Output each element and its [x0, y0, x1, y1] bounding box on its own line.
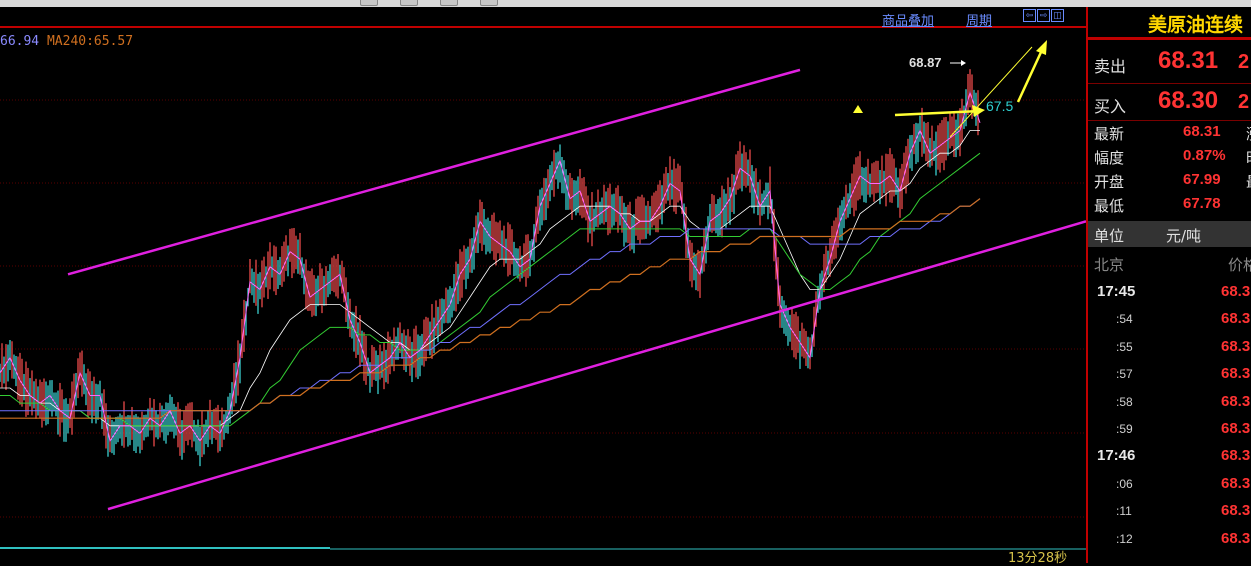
title-divider — [1088, 37, 1251, 40]
sell-price: 68.31 — [1158, 47, 1219, 74]
scroll-left-icon[interactable]: ⇦ — [1023, 9, 1036, 22]
stat-label-low: 最低 — [1094, 197, 1125, 215]
ma-prev-value: 66.94 — [0, 34, 40, 49]
ma240-value: MA240:65.57 — [46, 34, 134, 49]
toolbar-button[interactable] — [400, 0, 418, 6]
location-label: 北京 — [1094, 256, 1125, 274]
toolbar-button[interactable] — [440, 0, 458, 6]
tick-time: :55 — [1116, 339, 1133, 354]
stat-label-change: 幅度 — [1094, 149, 1125, 167]
divider — [1088, 120, 1251, 121]
annotation-trend-line — [949, 46, 1033, 138]
tick-time: :57 — [1116, 367, 1133, 382]
moving-average-line — [0, 130, 980, 427]
tick-price: 68.31 — [1221, 365, 1251, 383]
buy-row: 买入 — [1094, 93, 1126, 117]
price-header: 价格 — [1228, 256, 1251, 274]
annotation-arrow-line — [894, 109, 981, 117]
period-link[interactable]: 周期 — [966, 10, 992, 29]
tick-price: 68.31 — [1221, 392, 1251, 410]
price-chart-area[interactable]: 68.87 67.5 商品叠加 周期 ⇦ ⇨ ◫ 66.94 MA240:65.5… — [0, 7, 1086, 566]
tick-price: 68.31 — [1221, 283, 1251, 300]
stat-value-change: 0.87% — [1183, 147, 1226, 164]
tick-time: 17:46 — [1097, 447, 1136, 465]
tick-time: :59 — [1116, 422, 1133, 436]
tick-price: 68.31 — [1221, 447, 1251, 465]
toolbar-button[interactable] — [480, 0, 498, 6]
ma-indicator-readout: 66.94 MA240:65.57 — [0, 34, 133, 49]
buy-price: 68.30 — [1158, 87, 1219, 114]
stat-value-open: 67.99 — [1183, 171, 1221, 188]
buy-volume: 2 — [1238, 91, 1250, 113]
stat-extra-latest: 涨 — [1246, 123, 1251, 144]
stat-extra-open: 最 — [1246, 171, 1251, 192]
unit-label: 单位 — [1094, 227, 1125, 245]
tick-time: :12 — [1116, 531, 1133, 546]
high-marker-arrow — [961, 60, 966, 66]
instrument-title: 美原油连续 — [1148, 14, 1244, 36]
tick-price: 68.31 — [1221, 337, 1251, 355]
stat-label-latest: 最新 — [1094, 125, 1125, 143]
stat-label-open: 开盘 — [1094, 173, 1125, 191]
tick-price: 68.31 — [1221, 420, 1251, 437]
layout-toggle-icon[interactable]: ◫ — [1051, 9, 1064, 22]
stat-value-low: 67.78 — [1183, 195, 1221, 212]
tick-time: :54 — [1116, 312, 1133, 327]
channel-lower-line — [107, 220, 1086, 511]
divider — [1088, 83, 1251, 84]
countdown-timer: 13分28秒 — [1008, 551, 1068, 566]
tick-price: 68.31 — [1221, 474, 1251, 492]
tick-price: 68.31 — [1221, 310, 1251, 328]
buy-label: 买入 — [1094, 97, 1127, 116]
tick-price: 68.31 — [1221, 502, 1251, 520]
sell-row: 卖出 — [1094, 53, 1126, 77]
stat-value-latest: 68.31 — [1183, 123, 1221, 140]
overlay-link[interactable]: 商品叠加 — [882, 10, 934, 29]
annotation-arrow-head — [1036, 40, 1047, 55]
sell-label: 卖出 — [1094, 57, 1127, 76]
tick-time: 17:45 — [1097, 283, 1136, 300]
tick-time: :58 — [1116, 394, 1133, 409]
scroll-right-icon[interactable]: ⇨ — [1037, 9, 1050, 22]
quote-panel: 美原油连续 卖出 68.31 2 买入 68.30 2 最新 68.31 涨 幅… — [1086, 7, 1251, 563]
sell-volume: 2 — [1238, 51, 1250, 73]
tick-time: :11 — [1116, 504, 1132, 519]
window-controls: ⇦ ⇨ ◫ — [1023, 9, 1064, 22]
high-price-label: 68.87 — [909, 55, 942, 70]
up-triangle-marker — [853, 105, 863, 113]
unit-value: 元/吨 — [1166, 227, 1202, 245]
stat-extra-change: 时 — [1246, 147, 1251, 168]
unit-row: 单位 元/吨 — [1088, 221, 1251, 247]
toolbar-button[interactable] — [360, 0, 378, 6]
top-toolbar-strip — [0, 0, 1251, 7]
price-chart-svg[interactable]: 68.87 67.5 — [0, 7, 1086, 563]
moving-average-line — [0, 152, 981, 427]
tick-time: :06 — [1116, 476, 1133, 491]
support-price-label: 67.5 — [986, 98, 1013, 114]
tick-price: 68.31 — [1221, 529, 1251, 547]
